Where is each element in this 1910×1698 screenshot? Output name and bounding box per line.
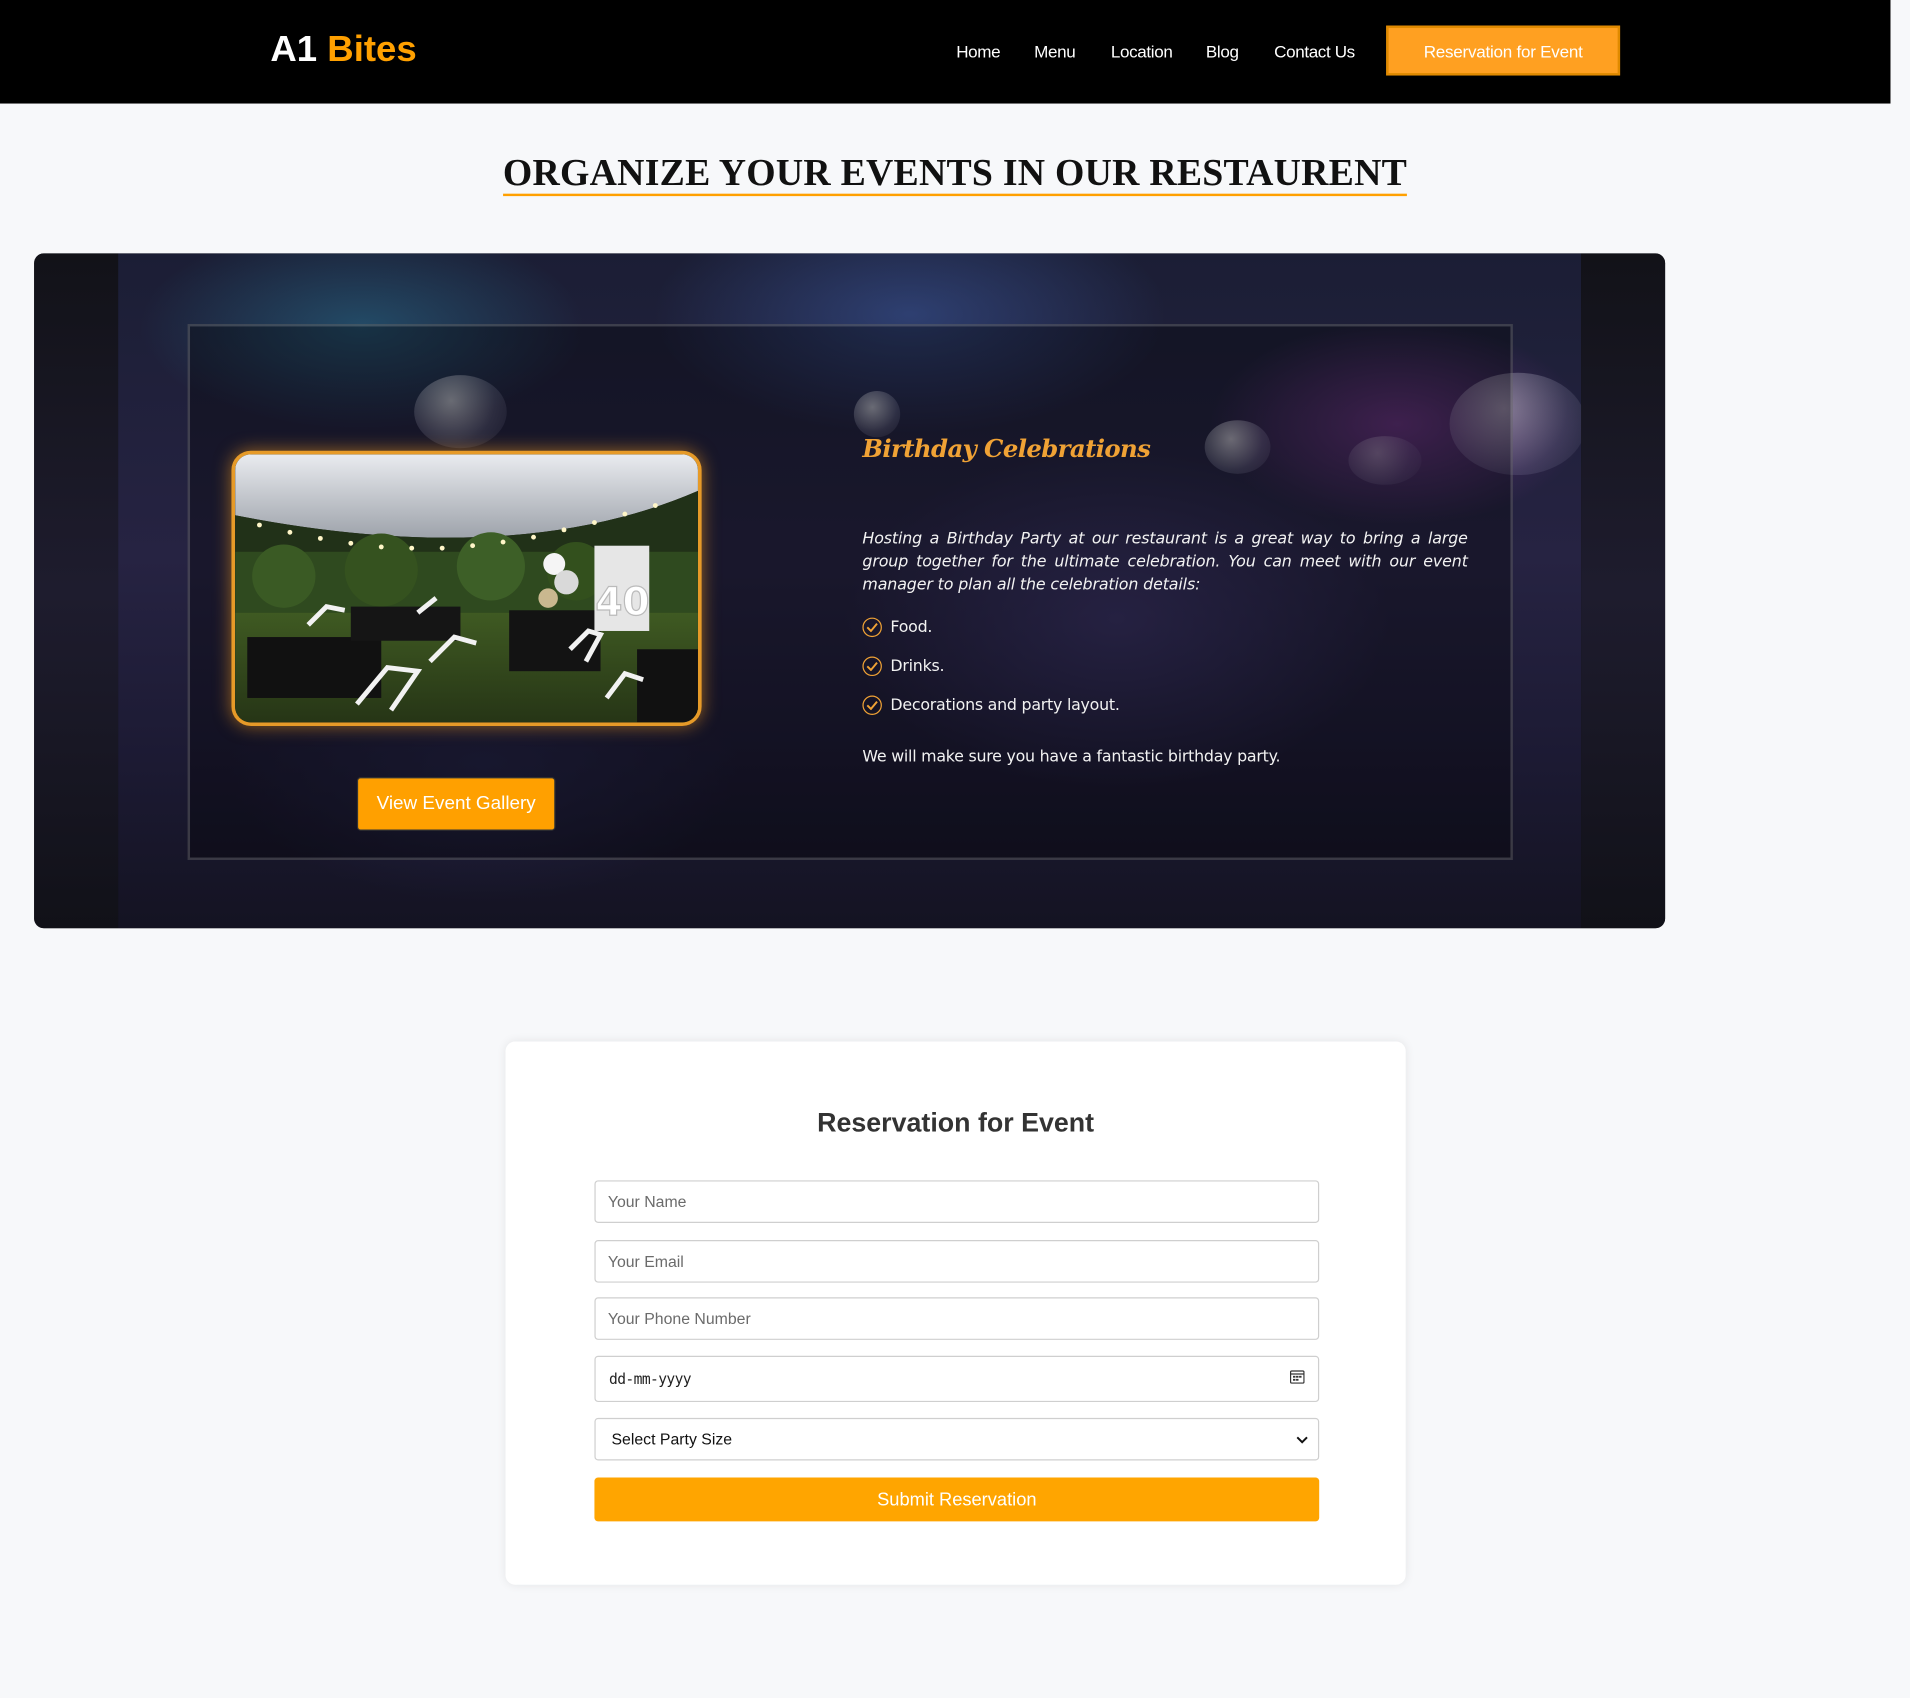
- list-item-text: Food.: [890, 618, 933, 637]
- calendar-icon[interactable]: [1289, 1368, 1305, 1390]
- nav-link-menu[interactable]: Menu: [1034, 41, 1076, 60]
- hero-side-right: [1581, 253, 1666, 929]
- name-input[interactable]: [594, 1180, 1320, 1223]
- list-item-text: Decorations and party layout.: [890, 696, 1120, 715]
- email-input[interactable]: [594, 1240, 1320, 1283]
- nav-link-blog[interactable]: Blog: [1206, 41, 1239, 60]
- chevron-down-icon: [1296, 1430, 1308, 1448]
- page-title: ORGANIZE YOUR EVENTS IN OUR RESTAURENT: [0, 151, 1910, 196]
- view-gallery-button[interactable]: View Event Gallery: [356, 777, 556, 831]
- form-title: Reservation for Event: [817, 1107, 1095, 1138]
- logo-main: A1: [270, 29, 318, 70]
- check-circle-icon: [862, 617, 882, 638]
- check-circle-icon: [862, 656, 882, 677]
- nav-link-contact[interactable]: Contact Us: [1274, 41, 1355, 60]
- celebration-list: Food. Drinks. Decorations and party layo…: [862, 617, 1120, 735]
- hero-heading: Birthday Celebrations: [862, 433, 1151, 463]
- list-item: Drinks.: [862, 656, 1119, 677]
- date-placeholder: dd-mm-yyyy: [609, 1370, 692, 1388]
- reservation-form-card: Reservation for Event dd-mm-yyyy Select …: [505, 1041, 1406, 1585]
- party-size-value: Select Party Size: [611, 1430, 733, 1449]
- date-input[interactable]: dd-mm-yyyy: [594, 1355, 1320, 1403]
- event-photo: 40: [231, 450, 702, 726]
- page-title-text: ORGANIZE YOUR EVENTS IN OUR RESTAURENT: [502, 151, 1408, 196]
- hero-closing-text: We will make sure you have a fantastic b…: [862, 747, 1281, 767]
- party-size-select[interactable]: Select Party Size: [594, 1417, 1320, 1461]
- nav-link-home[interactable]: Home: [956, 41, 1000, 60]
- list-item: Decorations and party layout.: [862, 695, 1120, 716]
- top-navbar: A1 Bites Home Menu Location Blog Contact…: [0, 0, 1891, 104]
- site-logo[interactable]: A1 Bites: [270, 29, 416, 70]
- hero-paragraph: Hosting a Birthday Party at our restaura…: [862, 529, 1468, 595]
- hero-side-left: [34, 253, 119, 929]
- party-tent-illustration: 40: [235, 454, 698, 723]
- logo-accent: Bites: [327, 29, 417, 70]
- reservation-nav-button[interactable]: Reservation for Event: [1386, 25, 1621, 76]
- event-hero: 40 View Event Gallery Birthday Celebrati…: [34, 253, 1666, 929]
- list-item: Food.: [862, 617, 1119, 638]
- list-item-text: Drinks.: [890, 657, 945, 676]
- submit-reservation-button[interactable]: Submit Reservation: [594, 1477, 1320, 1522]
- nav-link-location[interactable]: Location: [1111, 41, 1173, 60]
- photo-number: 40: [595, 580, 649, 625]
- check-circle-icon: [862, 695, 882, 716]
- phone-input[interactable]: [594, 1297, 1320, 1340]
